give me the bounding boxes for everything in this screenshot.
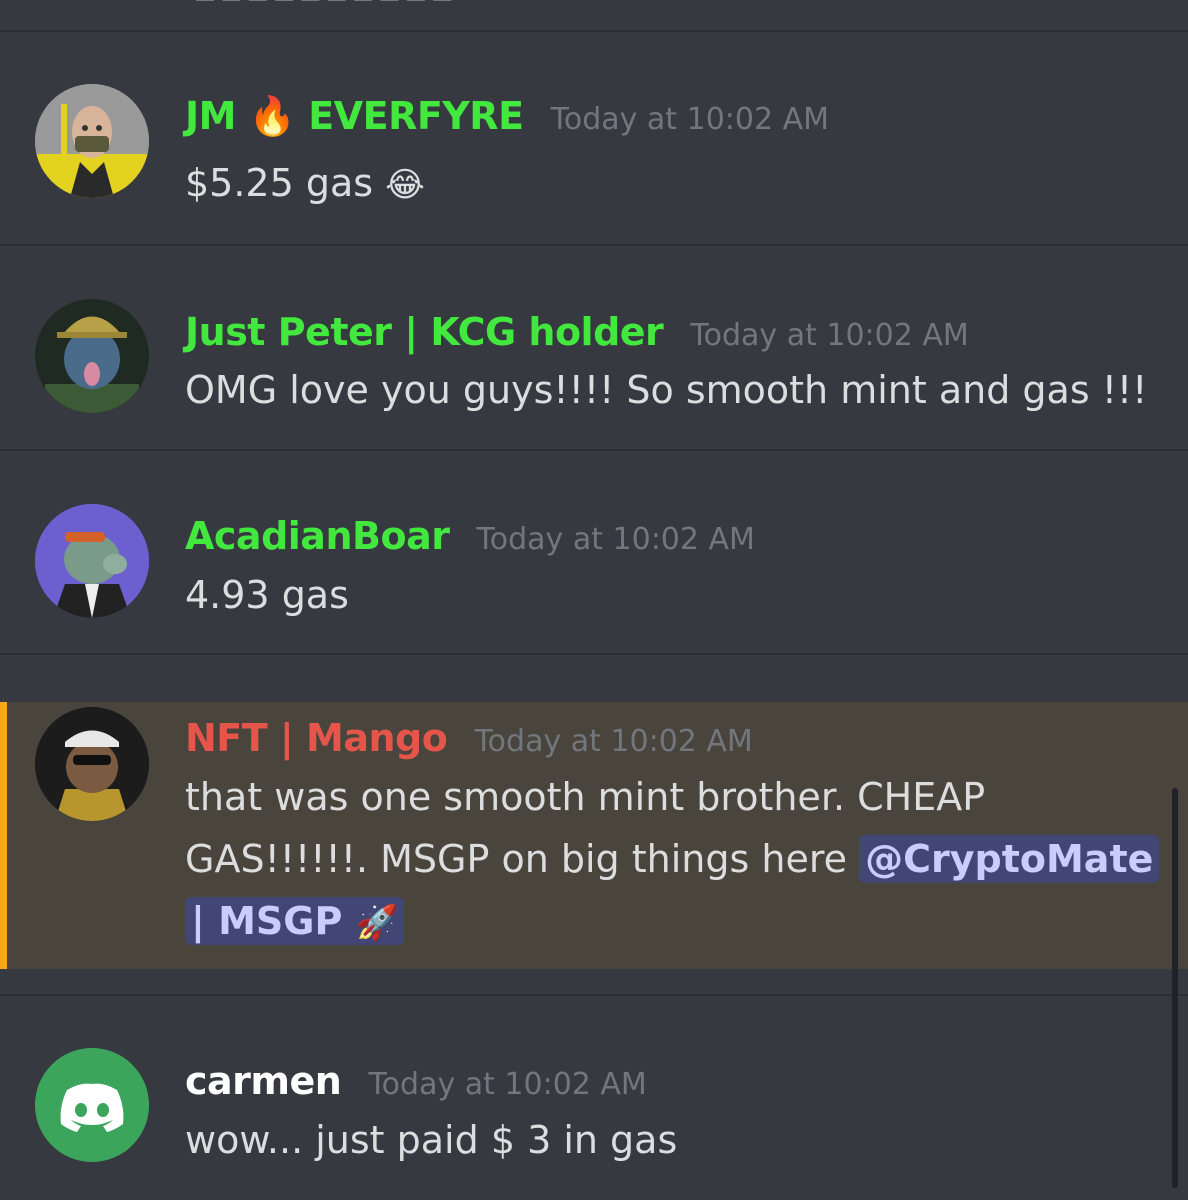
username[interactable]: Just Peter | KCG holder (185, 310, 664, 354)
message-header: carmen Today at 10:02 AM (185, 1059, 647, 1103)
avatar[interactable] (35, 84, 149, 198)
message-content: OMG love you guys!!!! So smooth mint and… (185, 368, 1148, 412)
timestamp[interactable]: Today at 10:02 AM (477, 522, 755, 557)
avatar[interactable] (35, 707, 149, 821)
message-content: wow... just paid $ 3 in gas (185, 1118, 678, 1162)
message-content: 4.93 gas (185, 573, 349, 617)
scrollbar-thumb[interactable] (1172, 788, 1178, 1188)
user-mention-link[interactable]: @CryptoMate (859, 835, 1160, 883)
message-content: that was one smooth mint brother. CHEAP … (185, 766, 1160, 954)
username[interactable]: JM 🔥 EVERFYRE (185, 94, 524, 138)
message-divider (0, 653, 1188, 655)
message-header: JM 🔥 EVERFYRE Today at 10:02 AM (185, 94, 829, 139)
message-content: $5.25 gas 😂 (185, 161, 425, 205)
user-mention-link[interactable]: | MSGP 🚀 (185, 897, 404, 945)
message-header: NFT | Mango Today at 10:02 AM (185, 716, 753, 760)
avatar[interactable] (35, 299, 149, 413)
timestamp[interactable]: Today at 10:02 AM (690, 318, 968, 353)
message-just-peter[interactable]: Just Peter | KCG holder Today at 10:02 A… (0, 246, 1188, 449)
username[interactable]: NFT | Mango (185, 716, 448, 760)
message-carmen[interactable]: carmen Today at 10:02 AM wow... just pai… (0, 996, 1188, 1200)
avatar[interactable] (35, 1048, 149, 1162)
fire-icon: 🔥 (248, 94, 296, 138)
laughing-tears-emoji-icon: 😂 (385, 165, 425, 205)
username[interactable]: carmen (185, 1059, 342, 1103)
timestamp[interactable]: Today at 10:02 AM (474, 724, 752, 759)
message-nft-mango[interactable]: NFT | Mango Today at 10:02 AM that was o… (0, 702, 1188, 969)
timestamp[interactable]: Today at 10:02 AM (368, 1067, 646, 1102)
timestamp[interactable]: Today at 10:02 AM (551, 102, 829, 137)
message-acadianboar[interactable]: AcadianBoar Today at 10:02 AM 4.93 gas (0, 451, 1188, 653)
avatar[interactable] (35, 504, 149, 618)
username[interactable]: AcadianBoar (185, 514, 450, 558)
message-jm-everfyre[interactable]: JM 🔥 EVERFYRE Today at 10:02 AM $5.25 ga… (0, 32, 1188, 244)
previous-message-fragment: — — — — — — — — — — (195, 0, 895, 4)
message-header: AcadianBoar Today at 10:02 AM (185, 514, 755, 558)
message-header: Just Peter | KCG holder Today at 10:02 A… (185, 310, 969, 354)
discord-logo-icon (35, 1048, 149, 1162)
chat-messages-pane: — — — — — — — — — — JM 🔥 EVERFYRE Today … (0, 0, 1188, 1200)
rocket-emoji-icon: 🚀 (355, 903, 398, 943)
